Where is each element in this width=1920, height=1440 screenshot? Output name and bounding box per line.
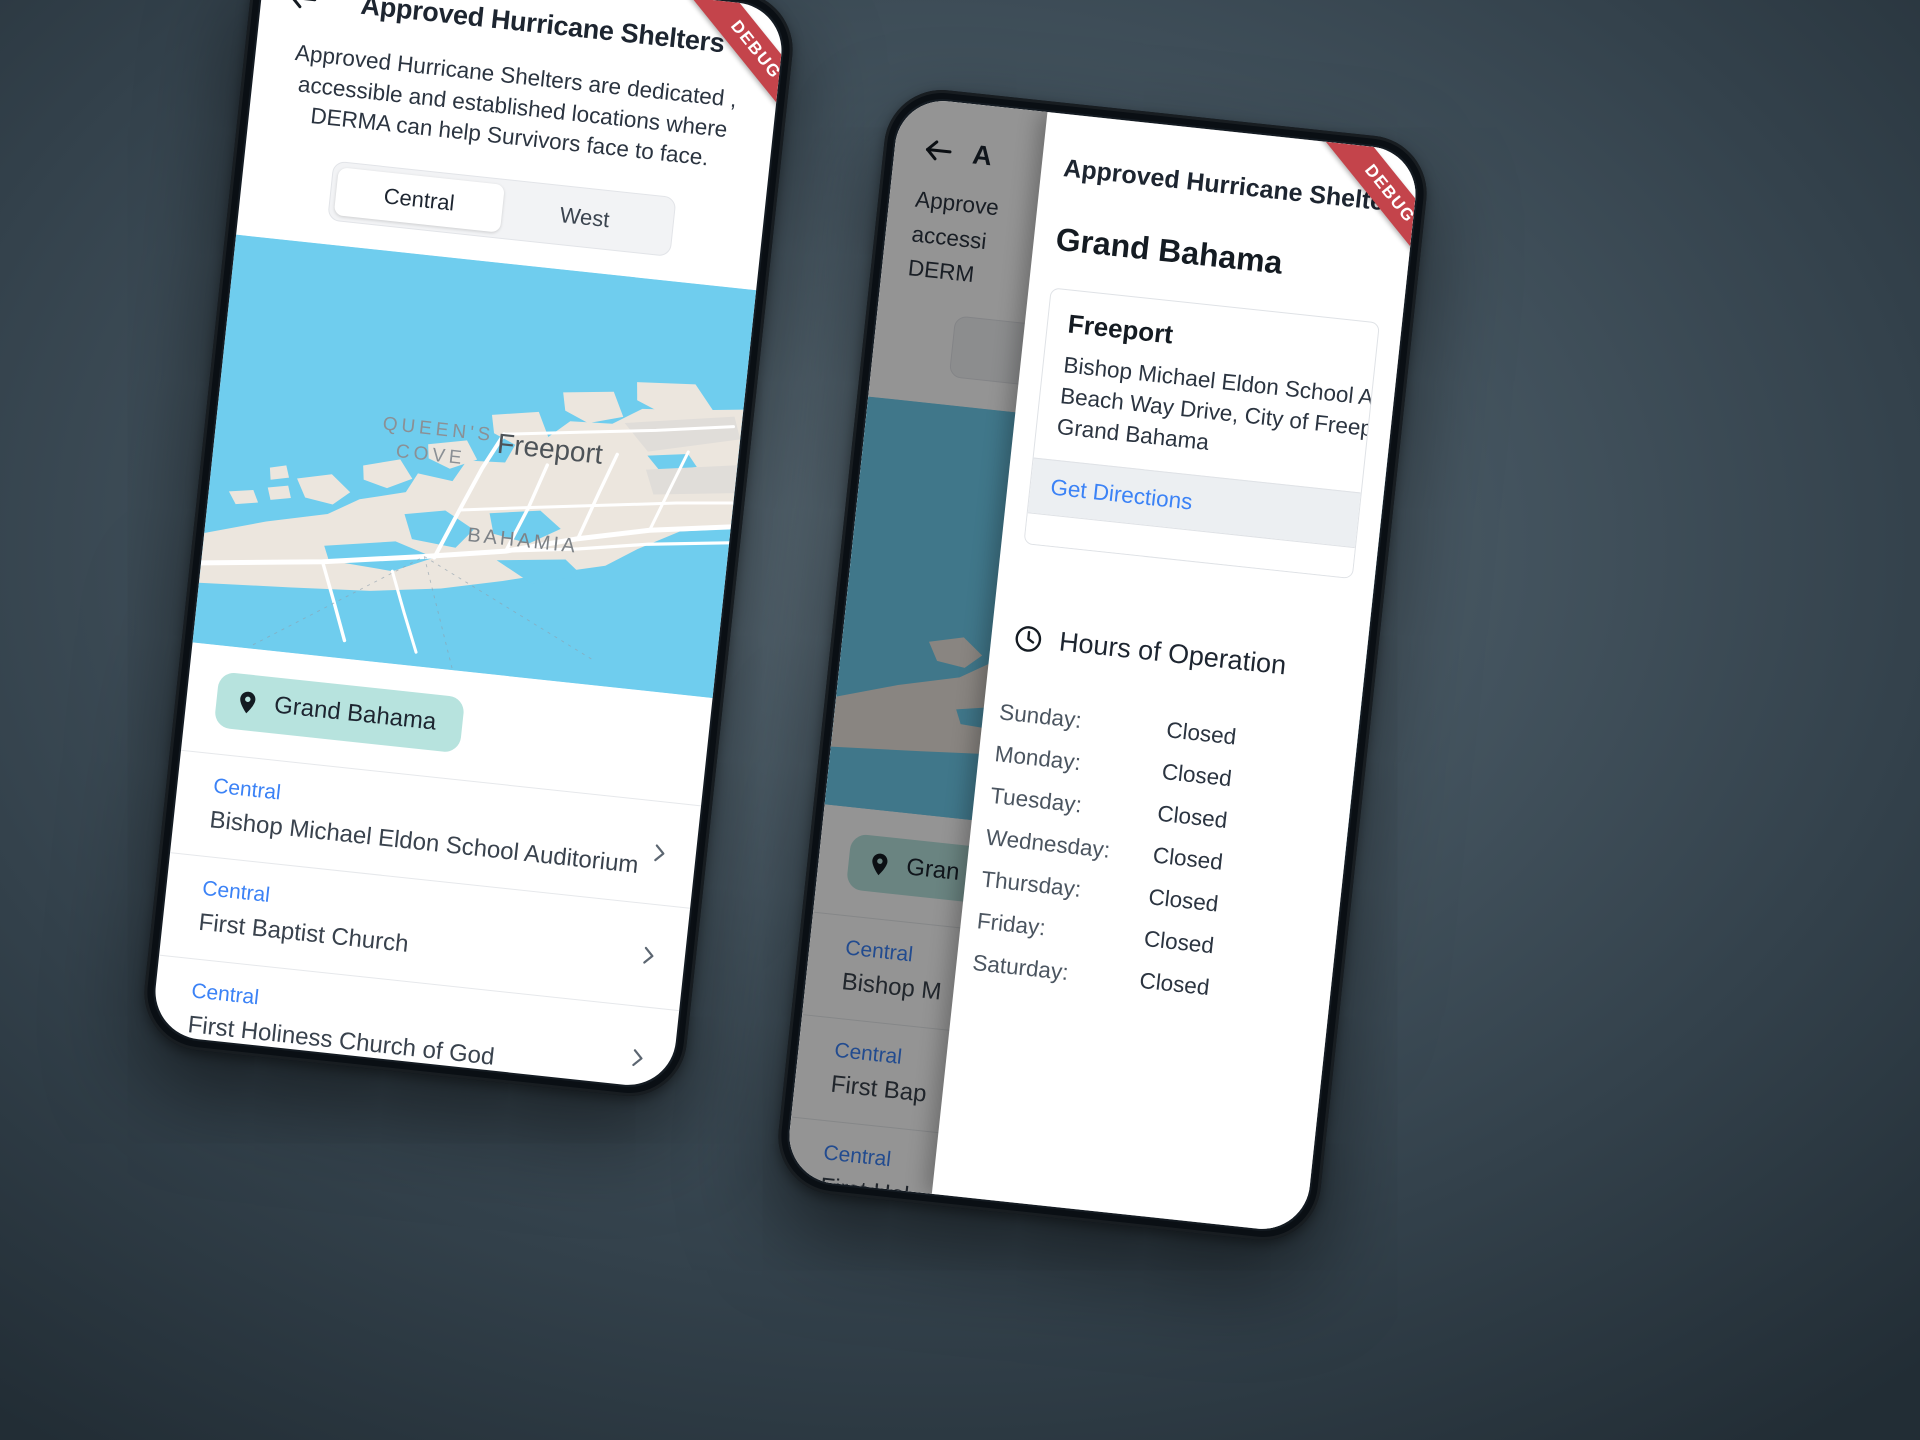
hours-value: Closed (1156, 800, 1229, 834)
screenshot-canvas: DEBUG Approved Hurricane Shelters Approv… (0, 0, 1920, 1440)
hours-day: Friday: (975, 908, 1047, 941)
hours-day: Saturday: (971, 950, 1070, 986)
map-graphics (192, 234, 757, 698)
hours-table: Sunday: Closed Monday: Closed Tuesday: C… (955, 650, 1363, 1014)
region-segmented-control[interactable]: Central West (327, 160, 677, 257)
left-phone-screen: DEBUG Approved Hurricane Shelters Approv… (150, 0, 787, 1090)
address-card: Freeport Bishop Michael Eldon School Aud… (1023, 287, 1380, 580)
right-phone-screen: A Approve accessi DERM Gran Central Bish… (784, 96, 1421, 1234)
hours-value: Closed (1160, 759, 1233, 792)
island-chip-label: Grand Bahama (272, 691, 438, 736)
clock-icon (1012, 622, 1045, 655)
phone-right: A Approve accessi DERM Gran Central Bish… (772, 84, 1433, 1246)
hours-day: Monday: (993, 741, 1083, 776)
hours-day: Wednesday: (984, 824, 1112, 863)
segment-west[interactable]: West (499, 185, 670, 250)
phone-left: DEBUG Approved Hurricane Shelters Approv… (138, 0, 799, 1102)
map-pin-icon (233, 688, 262, 717)
address-body: Freeport Bishop Michael Eldon School Aud… (1034, 288, 1380, 492)
shelter-map[interactable]: QUEEN'S COVE Freeport BAHAMIA (192, 234, 757, 698)
hours-day: Thursday: (980, 866, 1083, 903)
shelter-list: Central Bishop Michael Eldon School Audi… (150, 749, 702, 1090)
hours-value: Closed (1142, 926, 1216, 959)
hours-value: Closed (1138, 967, 1211, 1001)
back-arrow-icon[interactable] (282, 0, 326, 21)
chevron-right-icon (647, 841, 671, 865)
segment-central[interactable]: Central (333, 167, 505, 233)
hours-day: Tuesday: (989, 783, 1084, 818)
chevron-right-icon (636, 943, 660, 967)
chevron-right-icon (625, 1046, 649, 1070)
hours-day: Sunday: (998, 699, 1083, 734)
hours-value: Closed (1151, 842, 1225, 875)
hours-value: Closed (1165, 717, 1238, 750)
hours-value: Closed (1147, 884, 1220, 917)
island-chip-grand-bahama[interactable]: Grand Bahama (213, 671, 465, 754)
